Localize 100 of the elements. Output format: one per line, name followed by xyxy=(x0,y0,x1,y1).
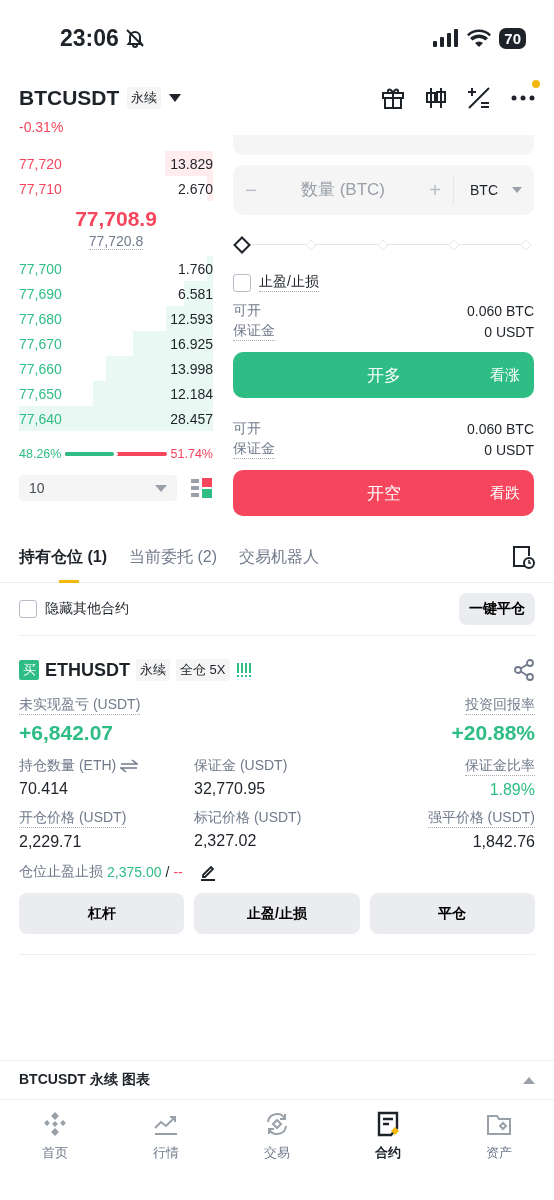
position-symbol: ETHUSDT xyxy=(45,659,130,681)
gift-icon[interactable] xyxy=(381,86,405,110)
last-price: 77,708.9 xyxy=(74,207,158,231)
step-marker-icon xyxy=(520,239,532,251)
amount-text: 12.184 xyxy=(170,385,213,402)
separator-text: / xyxy=(165,864,170,880)
side-badge: 买 xyxy=(19,660,39,680)
available-label: 可开 xyxy=(233,419,261,438)
pnl-value: +6,842.07 xyxy=(19,721,114,745)
amount-text: 13.829 xyxy=(170,155,213,172)
battery-level: 70 xyxy=(499,27,526,49)
metric-label: 持仓数量 (ETH) xyxy=(19,757,117,775)
metric-value: 1,842.76 xyxy=(472,833,535,851)
position-tag: 永续 xyxy=(136,659,170,681)
action-button[interactable]: 止盈/止损 xyxy=(194,893,360,934)
action-button[interactable]: 杠杆 xyxy=(19,893,185,934)
caret-up-icon[interactable] xyxy=(523,1076,535,1084)
sell-ratio: 51.74% xyxy=(170,447,213,461)
signal-icon xyxy=(433,29,460,47)
layout-toggle-icon[interactable] xyxy=(191,477,213,499)
price-change: -0.31% xyxy=(18,120,65,135)
nav-item[interactable]: 交易 xyxy=(221,1108,333,1164)
price-text: 77,660 xyxy=(19,360,62,377)
mark-price: 77,720.8 xyxy=(88,233,144,250)
contract-tag: 永续 xyxy=(127,87,162,109)
buy-ratio: 48.26% xyxy=(19,447,62,461)
metric-label: 标记价格 (USDT) xyxy=(194,809,302,827)
bell-muted-icon xyxy=(124,28,145,48)
tab[interactable]: 交易机器人 xyxy=(239,532,319,582)
more-icon[interactable] xyxy=(511,95,535,101)
nav-item[interactable]: 资产 xyxy=(443,1108,554,1164)
roe-value: +20.88% xyxy=(451,721,535,745)
amount-text: 1.760 xyxy=(177,260,213,277)
checkbox[interactable] xyxy=(19,600,37,618)
available-value: 0.060 BTC xyxy=(467,420,534,437)
stop-loss-value: -- xyxy=(173,864,183,880)
nav-item[interactable]: 首页 xyxy=(0,1108,111,1164)
notification-dot xyxy=(532,80,540,88)
step-marker-icon xyxy=(304,239,317,251)
share-icon[interactable] xyxy=(513,659,535,681)
amount-text: 2.670 xyxy=(177,180,213,197)
amount-slider[interactable] xyxy=(233,235,534,255)
metric-label: 开仓价格 (USDT) xyxy=(19,809,127,828)
caret-down-icon xyxy=(512,187,522,193)
metric-value: 1.89% xyxy=(489,781,535,799)
metric-value: 32,770.95 xyxy=(194,780,267,798)
open-short-button[interactable]: 开空 看跌 xyxy=(233,470,534,516)
adl-bars-icon xyxy=(235,662,252,678)
position-tag: 全仓 5X xyxy=(176,659,230,681)
quantity-field[interactable]: − 数量 (BTC) + BTC xyxy=(233,165,534,215)
margin-value: 0 USDT xyxy=(484,323,534,340)
metric-value: 2,327.02 xyxy=(194,832,258,850)
nav-item[interactable]: 合约 xyxy=(332,1108,444,1164)
caret-down-icon xyxy=(155,484,167,492)
amount-text: 6.581 xyxy=(177,285,213,302)
metric-value: 2,229.71 xyxy=(19,833,83,851)
close-all-button[interactable]: 一键平仓 xyxy=(459,593,535,625)
checkbox-label: 止盈/止损 xyxy=(259,273,319,292)
price-text: 77,650 xyxy=(19,385,62,402)
price-text: 77,690 xyxy=(19,285,62,302)
action-button[interactable]: 平仓 xyxy=(369,893,535,934)
tab[interactable]: 当前委托 (2) xyxy=(129,532,217,582)
depth-dropdown[interactable]: 10 xyxy=(19,475,177,501)
slider-thumb[interactable] xyxy=(233,236,251,254)
amount-text: 12.593 xyxy=(170,310,213,327)
tab[interactable]: 持有仓位 (1) xyxy=(19,532,107,582)
price-text: 77,640 xyxy=(19,410,62,427)
amount-text: 28.457 xyxy=(170,410,213,427)
margin-label: 保证金 xyxy=(233,322,275,341)
symbol-title: BTCUSDT xyxy=(19,86,120,110)
roe-label: 投资回报率 xyxy=(465,696,535,715)
checkbox[interactable] xyxy=(233,273,251,292)
pnl-label: 未实现盈亏 (USDT) xyxy=(19,696,141,715)
open-long-button[interactable]: 开多 看涨 xyxy=(233,352,534,398)
quantity-input[interactable]: 数量 (BTC) xyxy=(256,179,430,201)
unit-dropdown[interactable]: BTC xyxy=(453,175,522,205)
wifi-icon xyxy=(467,29,492,47)
amount-text: 13.998 xyxy=(170,360,213,377)
candlestick-icon[interactable] xyxy=(425,86,447,110)
price-text: 77,710 xyxy=(19,180,62,197)
take-profit-value: 2,375.00 xyxy=(107,864,162,880)
document-clock-icon[interactable] xyxy=(511,545,535,569)
price-text: 77,670 xyxy=(19,335,62,352)
margin-label: 保证金 xyxy=(233,440,275,459)
step-marker-icon xyxy=(376,239,389,251)
margin-value: 0 USDT xyxy=(484,441,534,458)
clock-time: 23:06 xyxy=(60,24,119,52)
price-text: 77,680 xyxy=(19,310,62,327)
edit-icon[interactable] xyxy=(198,863,217,881)
price-text: 77,720 xyxy=(19,155,62,172)
swap-icon[interactable] xyxy=(120,759,139,773)
calculator-icon[interactable] xyxy=(467,86,491,110)
metric-label: 强平价格 (USDT) xyxy=(427,809,535,828)
caret-down-icon[interactable] xyxy=(169,94,182,102)
metric-label: 保证金比率 xyxy=(465,757,535,776)
available-label: 可开 xyxy=(233,301,261,320)
nav-item[interactable]: 行情 xyxy=(110,1108,222,1164)
checkbox-label: 隐藏其他合约 xyxy=(45,600,129,618)
available-value: 0.060 BTC xyxy=(467,302,534,319)
step-marker-icon xyxy=(448,239,461,251)
